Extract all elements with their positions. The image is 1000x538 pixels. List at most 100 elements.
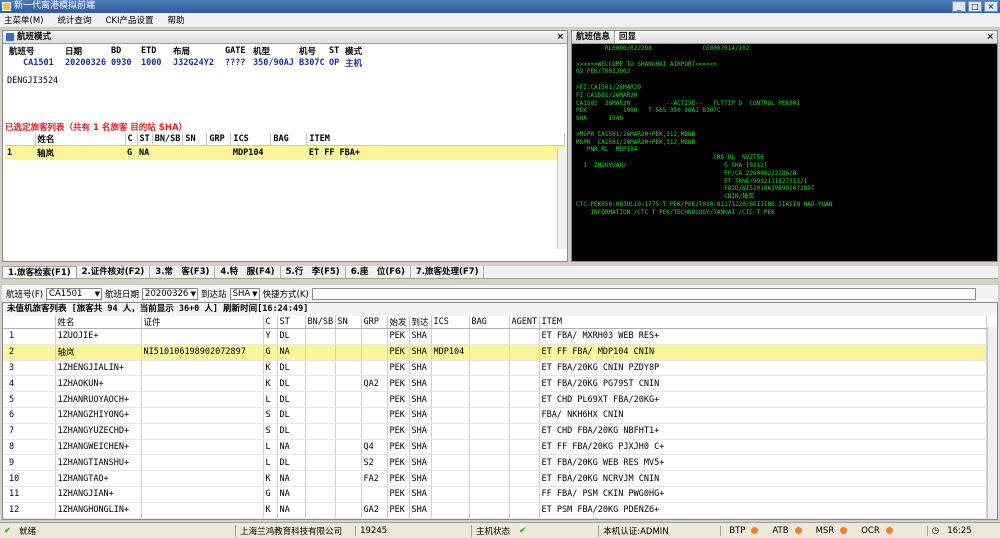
col-id[interactable]: 证件	[141, 316, 264, 329]
col-bag[interactable]: BAG	[469, 316, 510, 329]
table-cell: K	[263, 470, 278, 487]
col-grp[interactable]: GRP	[361, 316, 388, 329]
table-cell	[305, 391, 336, 408]
flight-icon	[6, 33, 14, 41]
col-dest[interactable]: 到达	[409, 316, 432, 329]
table-cell: NI510106198902072897	[141, 344, 264, 361]
col-flight: 航班号	[7, 45, 63, 57]
col-origin[interactable]: 始发	[387, 316, 410, 329]
terminal-line: SHA 1040	[576, 115, 623, 123]
tab-special-service[interactable]: 4.特 服(F4)	[215, 266, 281, 278]
btp-dot-icon	[751, 526, 759, 534]
table-cell	[469, 375, 510, 393]
app-icon	[2, 2, 11, 11]
table-row[interactable]: 11 1ZHANGJIAN+ G NA PEK SHA FF FBA/ PSM CKIN P…	[3, 486, 987, 503]
table-cell	[141, 470, 264, 487]
table-row[interactable]: 12 1ZHANGHONGLIN+ K NA GA2 PEK SHA ET PSM FBA/2…	[3, 502, 987, 519]
close-button[interactable]: ×	[984, 1, 998, 12]
table-row[interactable]: 3 1ZHENGJIALIN+ K DL PEK SHA ET FBA/20KG CNIN …	[3, 360, 987, 377]
table-cell	[305, 502, 336, 519]
menu-cki-settings[interactable]: CKI产品设置	[105, 14, 153, 26]
tab-passenger-search[interactable]: 1.旅客检索(F1)	[2, 266, 77, 278]
col-class[interactable]: C	[263, 316, 278, 329]
table-row[interactable]: 1 1ZUOJIE+ Y DL PEK SHA ET FBA/ MXRH03 WEB RES…	[3, 328, 987, 345]
table-cell	[361, 423, 388, 440]
tab-echo[interactable]: 回显	[615, 31, 641, 43]
table-cell	[305, 454, 336, 472]
col-bn[interactable]: BN/SB	[305, 316, 336, 329]
quick-input[interactable]	[311, 287, 976, 300]
table-row[interactable]: 7 1ZHANGYUZECHD+ S DL PEK SHA ET CHD FBA/20KG …	[3, 423, 987, 440]
maximize-button[interactable]: □	[968, 1, 982, 12]
selected-row[interactable]: 1 轴岚 G NA MDP104 ET FF FBA+	[5, 145, 565, 160]
table-cell	[335, 454, 362, 472]
terminal-line: FOID/NI510106198902072897	[576, 185, 815, 193]
menu-stats[interactable]: 统计查询	[57, 14, 91, 26]
terminal-line: PNR RL MDP104	[576, 146, 638, 154]
menu-main[interactable]: 主菜单(M)	[4, 14, 43, 26]
tab-frequent-flyer[interactable]: 3.常 客(F3)	[150, 266, 216, 278]
terminal-line: >FI:CA1501/26MAR20	[576, 83, 642, 91]
table-cell: NA	[277, 486, 306, 503]
table-cell: ET FF FBA/20KG PJXJH0 C+	[539, 439, 987, 456]
table-row[interactable]: 6 1ZHANGZHIYONG+ S DL PEK SHA FBA/ NKH6HX CNIN	[3, 407, 987, 424]
echo-close-icon[interactable]: ×	[986, 31, 994, 43]
table-cell: ET FBA/20KG WEB RES MV5+	[539, 454, 987, 472]
terminal-line: CA1501 26MAR20 --ACTIVE-- FLTTIP D CONTR…	[576, 99, 800, 107]
table-row[interactable]: 10 1ZHANGTAO+ K NA FA2 PEK SHA ET FBA/20KG NCRV…	[3, 470, 987, 487]
table-row[interactable]: 5 1ZHANRUOYAOCH+ L DL PEK SHA ET CHD PL69XT FB…	[3, 391, 987, 408]
col-agent[interactable]: AGENT	[509, 316, 540, 329]
table-cell: DL	[277, 328, 306, 345]
table-cell: Q4	[361, 439, 388, 456]
date-select[interactable]: 20200326 ▼	[142, 287, 199, 300]
table-cell: SHA	[409, 423, 432, 440]
table-cell	[509, 423, 540, 440]
flight-row[interactable]: CA1501 20200326 0930 1000 J32G24Y2 ???? …	[7, 57, 373, 69]
table-cell: ET FBA/20KG PG79ST CNIN	[539, 375, 987, 393]
flight-select[interactable]: CA1501 ▼	[46, 287, 103, 300]
table-row[interactable]: 8 1ZHANGWEICHEN+ L NA Q4 PEK SHA ET FF FBA/20KG…	[3, 439, 987, 456]
table-cell	[335, 423, 362, 440]
passenger-scrollbar[interactable]	[987, 327, 997, 519]
table-cell	[305, 344, 336, 361]
tab-baggage[interactable]: 5.行 李(F5)	[281, 266, 346, 278]
table-cell: L	[263, 439, 278, 456]
tab-seat[interactable]: 6.座 位(F6)	[346, 266, 411, 278]
table-cell: ET FBA/20KG CNIN PZDY8P	[539, 360, 987, 377]
table-cell: 1ZHANGJIAN+	[55, 486, 142, 503]
menu-help[interactable]: 帮助	[168, 14, 185, 26]
status-code: 19245	[355, 525, 471, 536]
table-cell: PEK	[387, 328, 410, 345]
table-row[interactable]: 9 1ZHANGTIANSHU+ L DL S2 PEK SHA ET FBA/20KG WE…	[3, 454, 987, 472]
col-ics[interactable]: ICS	[431, 316, 470, 329]
col-type: 机型	[251, 45, 297, 57]
table-cell	[335, 344, 362, 361]
table-row[interactable]: 2 轴岚 NI510106198902072897 G NA PEK SHA MDP104 ET…	[3, 344, 987, 361]
terminal-line: RL0000/022298 CE0007014/102	[576, 45, 750, 52]
table-row[interactable]: 4 1ZHAOKUN+ K DL QA2 PEK SHA ET FBA/20KG PG79ST…	[3, 375, 987, 393]
table-cell: G	[263, 486, 278, 503]
tab-flight-info[interactable]: 航班信息	[572, 31, 616, 43]
col-sn[interactable]: SN	[335, 316, 362, 329]
table-cell	[305, 470, 336, 487]
dest-select[interactable]: SHA ▼	[229, 287, 260, 300]
selected-scrollbar[interactable]	[557, 149, 567, 249]
col-name[interactable]: 姓名	[55, 316, 142, 329]
tab-passenger-process[interactable]: 7.旅客处理(F7)	[411, 266, 485, 278]
table-cell	[509, 470, 540, 487]
col-bd: BD	[109, 45, 139, 57]
table-cell: NA	[277, 502, 306, 519]
table-cell	[141, 407, 264, 424]
col-item[interactable]: ITEM	[539, 316, 987, 329]
col-status[interactable]: ST	[277, 316, 306, 329]
tab-document-check[interactable]: 2.证件核对(F2)	[77, 266, 151, 278]
table-cell: 1ZHANGWEICHEN+	[55, 439, 142, 456]
table-cell	[141, 423, 264, 440]
table-cell: MDP104	[431, 344, 470, 361]
terminal-output: RL0000/022298 CE0007014/102 >>>>>>WELCOME…	[572, 44, 997, 261]
close-icon[interactable]: ×	[556, 31, 564, 43]
table-cell	[335, 502, 362, 519]
minimize-button[interactable]: _	[952, 1, 966, 12]
msr-dot-icon	[840, 526, 848, 534]
table-cell: FF FBA/ PSM CKIN PWG0HG+	[539, 486, 987, 503]
